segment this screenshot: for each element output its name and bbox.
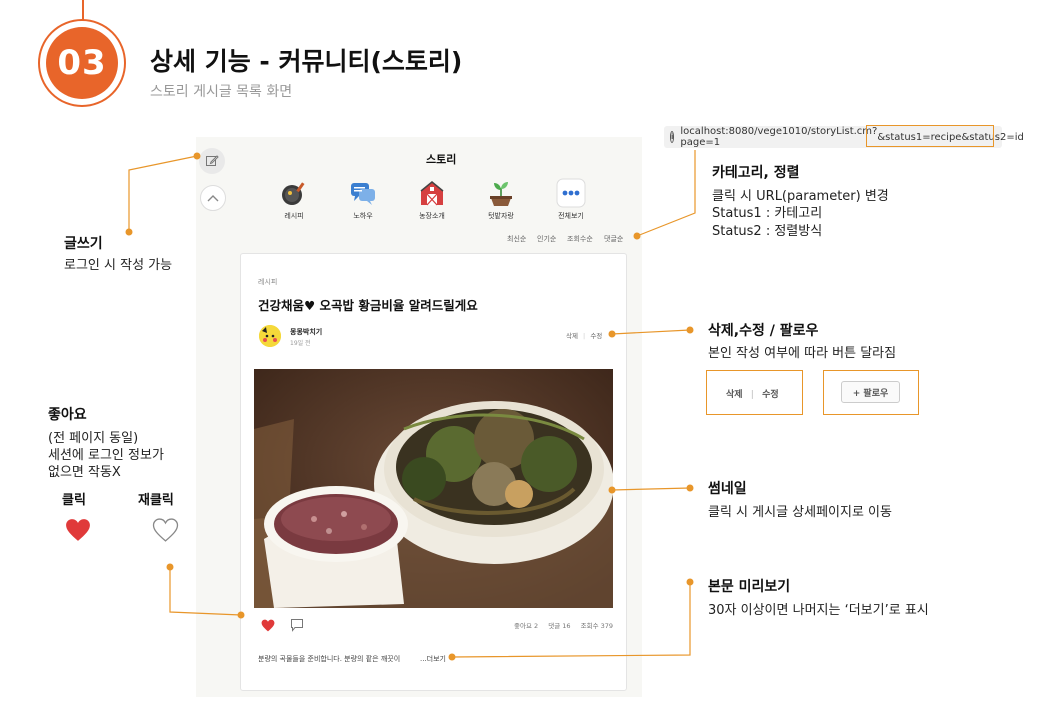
annotation-like-desc-3: 없으면 작동X (48, 465, 121, 480)
follow-button-example: + 팔로우 (841, 381, 900, 403)
annotation-preview-title: 본문 미리보기 (708, 579, 791, 595)
demo-edit-label: 수정 (762, 390, 779, 400)
annotation-like-desc-1: (전 페이지 동일) (48, 431, 139, 446)
annotation-category-desc-1: 클릭 시 URL(parameter) 변경 (712, 189, 889, 204)
demo-delete-label: 삭제 (726, 390, 743, 400)
annotation-category-title: 카테고리, 정렬 (712, 165, 800, 181)
heart-filled-icon (66, 519, 90, 541)
annotation-like-desc-2: 세션에 로그인 정보가 (48, 448, 164, 463)
follow-demo: + 팔로우 (823, 370, 919, 415)
edit-delete-demo: 삭제 | 수정 (706, 370, 803, 415)
annotation-category-desc-2: Status1 : 카테고리 (712, 206, 823, 221)
annotation-preview-desc: 30자 이상이면 나머지는 ‘더보기’로 표시 (708, 603, 929, 618)
heart-outline-icon (152, 518, 179, 542)
annotation-write-desc: 로그인 시 작성 가능 (64, 258, 173, 273)
annotation-like-click-label: 클릭 (62, 493, 86, 508)
annotation-thumbnail-title: 썸네일 (708, 481, 747, 497)
annotation-write-title: 글쓰기 (64, 236, 103, 252)
separator: | (750, 390, 754, 400)
annotation-category-desc-3: Status2 : 정렬방식 (712, 224, 823, 239)
empty-heart-example (152, 518, 179, 546)
filled-heart-example (65, 518, 91, 546)
annotation-thumbnail-desc: 클릭 시 게시글 상세페이지로 이동 (708, 505, 892, 520)
annotation-like-title: 좋아요 (48, 407, 87, 423)
annotation-edit-desc: 본인 작성 여부에 따라 버튼 달라짐 (708, 346, 897, 361)
annotation-like-reclick-label: 재클릭 (138, 493, 174, 508)
annotation-edit-title: 삭제,수정 / 팔로우 (708, 323, 819, 339)
